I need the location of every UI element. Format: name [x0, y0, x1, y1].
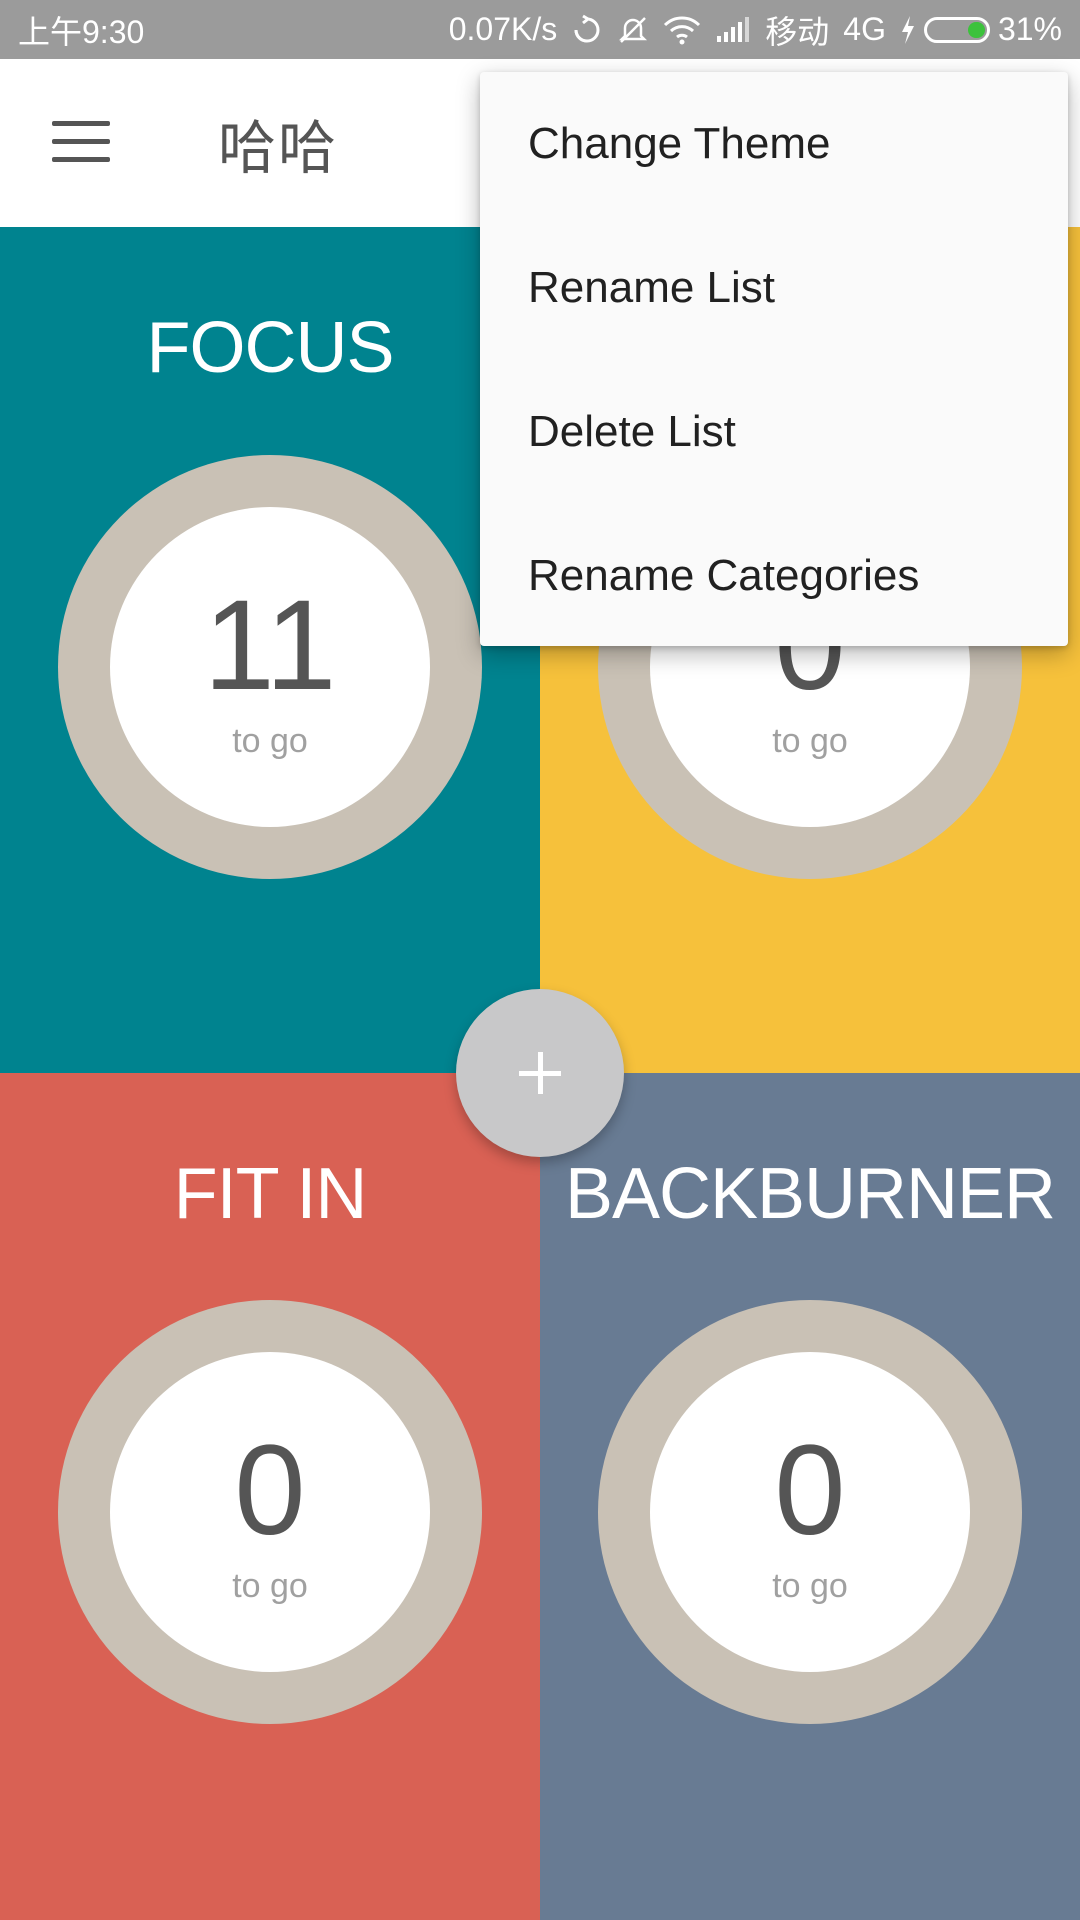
carrier-label: 移动 — [765, 13, 830, 50]
signal-icon — [715, 16, 751, 44]
battery-icon — [923, 16, 990, 43]
list-title: 哈哈 — [218, 116, 339, 181]
add-task-button[interactable] — [456, 989, 624, 1157]
quadrant-fit-in[interactable]: FIT IN 0 to go — [0, 1073, 540, 1920]
app-screen: 上午9:30 0.07K/s 移动 4G 31% 哈哈 FOCUS 11 to … — [0, 0, 1080, 1920]
progress-ring: 0 to go — [598, 1300, 1022, 1724]
progress-ring: 11 to go — [58, 455, 482, 879]
battery-percent: 31% — [997, 11, 1062, 47]
mute-icon — [617, 14, 649, 46]
status-bar: 上午9:30 0.07K/s 移动 4G 31% — [0, 0, 1080, 59]
menu-item-delete-list[interactable]: Delete List — [480, 360, 1068, 504]
network-type: 4G — [843, 11, 886, 47]
plus-icon-vertical — [538, 1052, 543, 1094]
ring-center: 11 to go — [110, 507, 430, 827]
task-count-caption: to go — [772, 722, 848, 760]
ring-center: 0 to go — [110, 1352, 430, 1672]
charging-icon — [900, 15, 916, 45]
sync-icon — [571, 14, 603, 46]
menu-item-change-theme[interactable]: Change Theme — [480, 72, 1068, 216]
overflow-menu: Change Theme Rename List Delete List Ren… — [480, 72, 1068, 646]
battery: 31% — [900, 11, 1062, 48]
task-count: 0 — [234, 1419, 306, 1562]
battery-level — [967, 21, 985, 38]
status-right-group: 0.07K/s 移动 4G 31% — [449, 7, 1062, 53]
task-count-caption: to go — [232, 722, 308, 760]
ring-center: 0 to go — [650, 1352, 970, 1672]
quadrant-focus[interactable]: FOCUS 11 to go — [0, 227, 540, 1073]
wifi-icon — [663, 15, 701, 45]
task-count-caption: to go — [232, 1567, 308, 1605]
quadrant-title: FIT IN — [173, 1154, 368, 1234]
progress-ring: 0 to go — [58, 1300, 482, 1724]
quadrant-title: FOCUS — [146, 308, 395, 388]
task-count: 0 — [774, 1419, 846, 1562]
network-speed: 0.07K/s — [448, 11, 558, 47]
quadrant-backburner[interactable]: BACKBURNER 0 to go — [540, 1073, 1080, 1920]
task-count: 11 — [203, 574, 337, 717]
menu-item-rename-list[interactable]: Rename List — [480, 216, 1068, 360]
quadrant-title: BACKBURNER — [564, 1154, 1056, 1234]
task-count-caption: to go — [772, 1567, 848, 1605]
hamburger-menu-icon[interactable] — [52, 121, 112, 163]
status-time: 上午9:30 — [18, 13, 145, 50]
menu-item-rename-categories[interactable]: Rename Categories — [480, 504, 1068, 648]
